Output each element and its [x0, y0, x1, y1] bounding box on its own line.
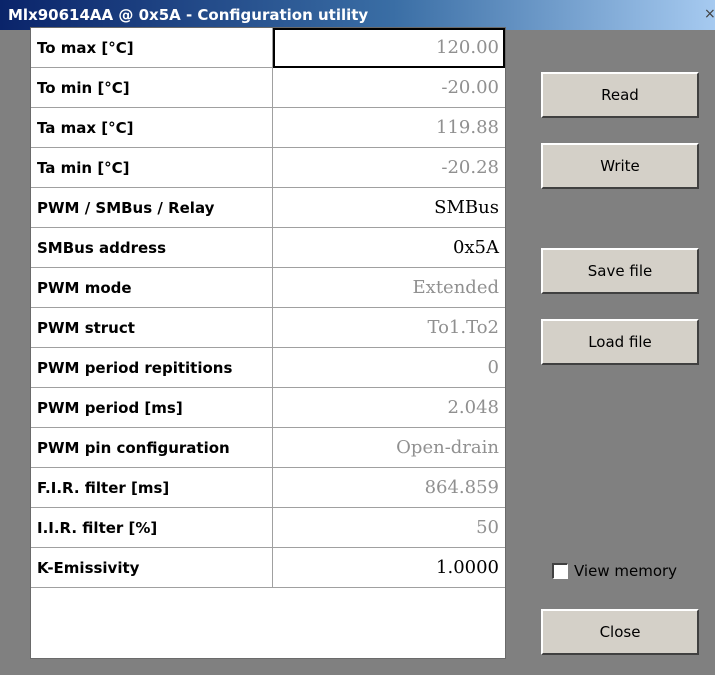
- window-title: Mlx90614AA @ 0x5A - Configuration utilit…: [8, 6, 369, 24]
- table-row: SMBus address 0x5A: [31, 228, 505, 268]
- table-row: To min [°C] -20.00: [31, 68, 505, 108]
- table-row: PWM period [ms] 2.048: [31, 388, 505, 428]
- row-value[interactable]: 864.859: [273, 468, 505, 508]
- table-row: Ta max [°C] 119.88: [31, 108, 505, 148]
- row-label: Ta min [°C]: [31, 148, 273, 188]
- row-value[interactable]: 119.88: [273, 108, 505, 148]
- row-label: Ta max [°C]: [31, 108, 273, 148]
- row-value[interactable]: -20.00: [273, 68, 505, 108]
- view-memory-label: View memory: [574, 562, 678, 580]
- table-row: PWM / SMBus / Relay SMBus: [31, 188, 505, 228]
- table-row: Ta min [°C] -20.28: [31, 148, 505, 188]
- row-value[interactable]: 1.0000: [273, 548, 505, 588]
- row-label: F.I.R. filter [ms]: [31, 468, 273, 508]
- table-row: F.I.R. filter [ms] 864.859: [31, 468, 505, 508]
- row-label: I.I.R. filter [%]: [31, 508, 273, 548]
- table-row: I.I.R. filter [%] 50: [31, 508, 505, 548]
- row-value[interactable]: 0x5A: [273, 228, 505, 268]
- row-label: PWM period [ms]: [31, 388, 273, 428]
- row-label: PWM pin configuration: [31, 428, 273, 468]
- row-label: PWM period repititions: [31, 348, 273, 388]
- row-label: To min [°C]: [31, 68, 273, 108]
- row-label: PWM mode: [31, 268, 273, 308]
- row-value[interactable]: Open-drain: [273, 428, 505, 468]
- close-button[interactable]: Close: [541, 609, 699, 655]
- row-value[interactable]: -20.28: [273, 148, 505, 188]
- view-memory-checkbox[interactable]: [552, 563, 568, 579]
- load-file-button[interactable]: Load file: [541, 319, 699, 365]
- save-file-button[interactable]: Save file: [541, 248, 699, 294]
- table-row: K-Emissivity 1.0000: [31, 548, 505, 588]
- table-row: PWM struct To1.To2: [31, 308, 505, 348]
- row-value[interactable]: Extended: [273, 268, 505, 308]
- row-value[interactable]: To1.To2: [273, 308, 505, 348]
- title-bar: Mlx90614AA @ 0x5A - Configuration utilit…: [0, 0, 715, 30]
- table-row: To max [°C] 120.00: [31, 28, 505, 68]
- row-label: PWM struct: [31, 308, 273, 348]
- read-button[interactable]: Read: [541, 72, 699, 118]
- row-value[interactable]: 120.00: [273, 28, 505, 68]
- view-memory-option[interactable]: View memory: [552, 560, 702, 582]
- row-label: SMBus address: [31, 228, 273, 268]
- row-label: K-Emissivity: [31, 548, 273, 588]
- row-value[interactable]: 50: [273, 508, 505, 548]
- row-label: To max [°C]: [31, 28, 273, 68]
- table-row: PWM mode Extended: [31, 268, 505, 308]
- config-grid: To max [°C] 120.00 To min [°C] -20.00 Ta max…: [30, 27, 506, 659]
- table-row: PWM period repititions 0: [31, 348, 505, 388]
- row-value[interactable]: 0: [273, 348, 505, 388]
- close-icon[interactable]: ×: [704, 4, 715, 24]
- row-value[interactable]: 2.048: [273, 388, 505, 428]
- row-label: PWM / SMBus / Relay: [31, 188, 273, 228]
- write-button[interactable]: Write: [541, 143, 699, 189]
- table-row: PWM pin configuration Open-drain: [31, 428, 505, 468]
- row-value[interactable]: SMBus: [273, 188, 505, 228]
